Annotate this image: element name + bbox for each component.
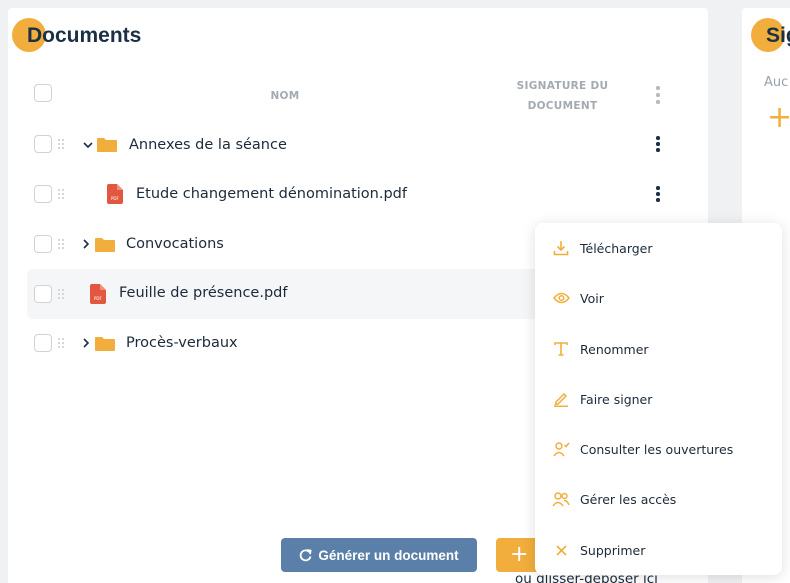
pdf-file-icon: PDF (107, 184, 123, 204)
row-options-icon[interactable] (652, 136, 664, 154)
drag-handle-icon[interactable] (58, 189, 64, 199)
row-checkbox[interactable] (34, 235, 52, 253)
menu-item-label: Renommer (580, 341, 649, 357)
svg-text:PDF: PDF (111, 196, 119, 201)
documents-title: Documents (27, 24, 142, 47)
menu-item-download[interactable]: Télécharger (535, 223, 782, 273)
menu-item-label: Supprimer (580, 542, 646, 558)
chevron-down-icon[interactable] (83, 140, 93, 150)
folder-icon (95, 337, 115, 351)
row-options-icon[interactable] (652, 186, 664, 204)
header-options-icon[interactable] (652, 86, 664, 104)
header-name: NOM (270, 90, 300, 102)
plus-icon[interactable]: + (767, 103, 790, 133)
chevron-right-icon[interactable] (81, 338, 91, 348)
close-icon (552, 541, 570, 559)
drag-handle-icon[interactable] (58, 338, 64, 348)
drag-handle-icon[interactable] (58, 239, 64, 249)
signatures-title: Sig (766, 24, 790, 47)
generate-document-button[interactable]: Générer un document (281, 538, 477, 572)
menu-item-label: Consulter les ouvertures (580, 441, 734, 457)
row-label[interactable]: Convocations (126, 236, 224, 252)
row-checkbox[interactable] (34, 334, 52, 352)
chevron-right-icon[interactable] (81, 239, 91, 249)
select-all-checkbox[interactable] (34, 84, 52, 102)
folder-icon (95, 238, 115, 252)
drag-handle-icon[interactable] (58, 289, 64, 299)
row-checkbox[interactable] (34, 285, 52, 303)
row-checkbox[interactable] (34, 185, 52, 203)
drag-handle-icon[interactable] (58, 139, 64, 149)
menu-item-label: Gérer les accès (580, 491, 677, 507)
menu-item-view-openings[interactable]: Consulter les ouvertures (535, 424, 782, 474)
download-icon (552, 239, 570, 257)
row-label[interactable]: Etude changement dénomination.pdf (136, 186, 407, 202)
generate-document-label: Générer un document (318, 547, 459, 563)
menu-item-delete[interactable]: Supprimer (535, 525, 782, 575)
row-label[interactable]: Annexes de la séance (129, 137, 287, 153)
eye-icon (552, 289, 570, 307)
menu-item-sign[interactable]: Faire signer (535, 374, 782, 424)
row-label[interactable]: Feuille de présence.pdf (119, 285, 287, 301)
menu-item-label: Faire signer (580, 391, 653, 407)
svg-text:PDF: PDF (94, 296, 102, 301)
menu-item-manage-access[interactable]: Gérer les accès (535, 474, 782, 524)
menu-item-view[interactable]: Voir (535, 273, 782, 323)
pen-icon (552, 390, 570, 408)
signatures-empty-text: Auc (764, 75, 789, 90)
menu-item-label: Télécharger (580, 240, 653, 256)
menu-item-rename[interactable]: Renommer (535, 324, 782, 374)
header-signature-line2: DOCUMENT (527, 100, 598, 112)
menu-item-label: Voir (580, 290, 604, 306)
text-icon (552, 340, 570, 358)
row-checkbox[interactable] (34, 135, 52, 153)
users-icon (552, 490, 570, 508)
folder-icon (97, 138, 117, 152)
pdf-file-icon: PDF (90, 284, 106, 304)
row-label[interactable]: Procès-verbaux (126, 335, 238, 351)
context-menu: Télécharger Voir Renommer Faire signer C… (535, 223, 782, 575)
refresh-icon (300, 548, 312, 561)
user-check-icon (552, 440, 570, 458)
header-signature-line1: SIGNATURE DU (516, 80, 609, 92)
